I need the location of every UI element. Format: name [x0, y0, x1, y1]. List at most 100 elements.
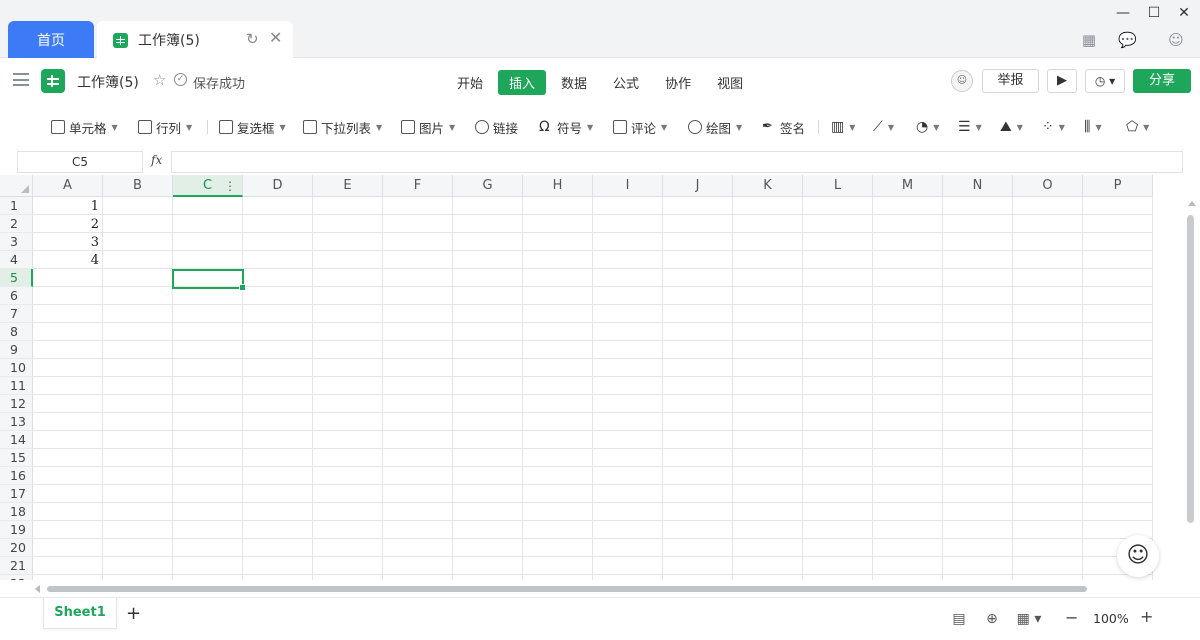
tab-workbook[interactable]: 工作簿(5) ↻ ✕ — [97, 21, 293, 59]
row-header-7[interactable]: 7 — [0, 305, 33, 323]
refresh-icon[interactable]: ↻ — [246, 32, 260, 47]
name-box[interactable]: C5 — [17, 151, 143, 173]
draw-button[interactable]: 绘图 ▼ — [688, 118, 742, 136]
add-sheet-icon[interactable]: + — [126, 603, 141, 624]
zoom-in-button[interactable]: + — [1140, 607, 1153, 626]
row-header-17[interactable]: 17 — [0, 485, 33, 503]
history-clock-icon[interactable]: ◷ ▾ — [1085, 69, 1125, 93]
scatter-chart-button[interactable]: ⁘ ▼ — [1042, 118, 1065, 136]
tab-data[interactable]: 数据 — [550, 70, 598, 95]
dropdown-list-button[interactable]: 下拉列表 ▼ — [303, 118, 382, 136]
share-button[interactable]: 分享 — [1133, 69, 1191, 93]
column-header-e[interactable]: E — [313, 175, 383, 197]
apps-grid-icon[interactable]: ▦ — [1080, 31, 1098, 49]
row-header-20[interactable]: 20 — [0, 539, 33, 557]
row-header-21[interactable]: 21 — [0, 557, 33, 575]
view-layout-icon[interactable]: ▦ ▾ — [1014, 610, 1044, 628]
row-header-13[interactable]: 13 — [0, 413, 33, 431]
row-header-12[interactable]: 12 — [0, 395, 33, 413]
column-header-f[interactable]: F — [383, 175, 453, 197]
sheet-tab-sheet1[interactable]: Sheet1 — [43, 598, 117, 629]
row-header-1[interactable]: 1 — [0, 197, 33, 215]
row-header-3[interactable]: 3 — [0, 233, 33, 251]
zoom-out-button[interactable]: − — [1065, 608, 1078, 627]
row-header-6[interactable]: 6 — [0, 287, 33, 305]
comment-button[interactable]: 评论 ▼ — [613, 118, 667, 136]
cell-a4[interactable]: 4 — [33, 252, 103, 270]
cell-a1[interactable]: 1 — [33, 198, 103, 216]
row-header-14[interactable]: 14 — [0, 431, 33, 449]
column-header-h[interactable]: H — [523, 175, 593, 197]
vertical-scrollbar[interactable] — [1185, 197, 1197, 580]
report-button[interactable]: 举报 — [982, 69, 1039, 93]
insert-cell-button[interactable]: 单元格 ▼ — [51, 118, 118, 136]
cell-a3[interactable]: 3 — [33, 234, 103, 252]
area-chart-button[interactable]: ⛰ ▼ — [1000, 118, 1023, 136]
row-header-15[interactable]: 15 — [0, 449, 33, 467]
column-header-g[interactable]: G — [453, 175, 523, 197]
row-header-16[interactable]: 16 — [0, 467, 33, 485]
present-video-icon[interactable]: ▶ — [1047, 69, 1077, 93]
column-menu-icon[interactable]: ⋮ — [224, 175, 236, 197]
column-header-c[interactable]: C ⋮ — [173, 175, 243, 197]
checkbox-button[interactable]: 复选框 ▼ — [219, 118, 286, 136]
cell-area[interactable] — [33, 197, 1153, 580]
protect-sheet-icon[interactable]: ▤ — [950, 610, 968, 628]
column-header-i[interactable]: I — [593, 175, 663, 197]
stock-chart-button[interactable]: ⫼ ▼ — [1084, 118, 1102, 136]
image-button[interactable]: 图片 ▼ — [401, 118, 455, 136]
user-avatar-icon[interactable]: ☺ — [1167, 31, 1185, 49]
web-share-icon[interactable]: ⊕ — [983, 610, 1001, 628]
tab-collaborate[interactable]: 协作 — [654, 70, 702, 95]
row-header-22[interactable]: 22 — [0, 575, 33, 580]
hamburger-menu-icon[interactable] — [13, 73, 29, 86]
column-header-n[interactable]: N — [943, 175, 1013, 197]
close-window-button[interactable]: ✕ — [1174, 4, 1194, 22]
row-header-18[interactable]: 18 — [0, 503, 33, 521]
tab-start[interactable]: 开始 — [446, 70, 494, 95]
assistant-mascot-icon[interactable]: ☺ — [1117, 535, 1159, 577]
row-header-9[interactable]: 9 — [0, 341, 33, 359]
column-header-d[interactable]: D — [243, 175, 313, 197]
column-header-m[interactable]: M — [873, 175, 943, 197]
scroll-up-icon[interactable] — [1188, 201, 1196, 206]
column-header-k[interactable]: K — [733, 175, 803, 197]
scroll-left-icon[interactable] — [35, 585, 40, 593]
column-header-p[interactable]: P — [1083, 175, 1153, 197]
column-header-o[interactable]: O — [1013, 175, 1083, 197]
column-header-a[interactable]: A — [33, 175, 103, 197]
formula-input[interactable] — [171, 151, 1183, 173]
message-icon[interactable]: 💬 — [1118, 31, 1137, 49]
column-header-j[interactable]: J — [663, 175, 733, 197]
column-header-b[interactable]: B — [103, 175, 173, 197]
column-header-l[interactable]: L — [803, 175, 873, 197]
bar-chart-button[interactable]: ▥ ▼ — [831, 118, 855, 136]
horizontal-scrollbar[interactable] — [33, 582, 1185, 596]
close-tab-icon[interactable]: ✕ — [269, 30, 283, 46]
cell-a2[interactable]: 2 — [33, 216, 103, 234]
maximize-button[interactable]: ☐ — [1144, 4, 1164, 22]
sign-button[interactable]: ✒ 签名 — [762, 118, 805, 136]
line-chart-button[interactable]: ⟋ ▼ — [873, 118, 894, 136]
symbol-button[interactable]: Ω 符号 ▼ — [539, 118, 593, 136]
horizontal-scroll-thumb[interactable] — [47, 586, 1087, 592]
fx-icon[interactable]: fx — [151, 153, 162, 167]
select-all-corner[interactable] — [0, 175, 33, 197]
zoom-level[interactable]: 100% — [1093, 611, 1129, 626]
tab-formula[interactable]: 公式 — [602, 70, 650, 95]
star-icon[interactable]: ☆ — [153, 71, 166, 89]
pie-chart-button[interactable]: ◔ ▼ — [916, 118, 939, 136]
row-header-2[interactable]: 2 — [0, 215, 33, 233]
rowcol-button[interactable]: 行列 ▼ — [138, 118, 192, 136]
document-title[interactable]: 工作簿(5) — [77, 72, 139, 92]
more-charts-button[interactable]: ⬠ ▼ — [1126, 118, 1149, 136]
row-header-4[interactable]: 4 — [0, 251, 33, 269]
row-header-19[interactable]: 19 — [0, 521, 33, 539]
row-header-10[interactable]: 10 — [0, 359, 33, 377]
minimize-button[interactable]: — — [1113, 4, 1133, 22]
row-header-11[interactable]: 11 — [0, 377, 33, 395]
row-header-8[interactable]: 8 — [0, 323, 33, 341]
link-button[interactable]: 链接 — [475, 118, 518, 136]
home-tab[interactable]: 首页 — [8, 21, 94, 58]
hbar-chart-button[interactable]: ☰ ▼ — [958, 118, 982, 136]
